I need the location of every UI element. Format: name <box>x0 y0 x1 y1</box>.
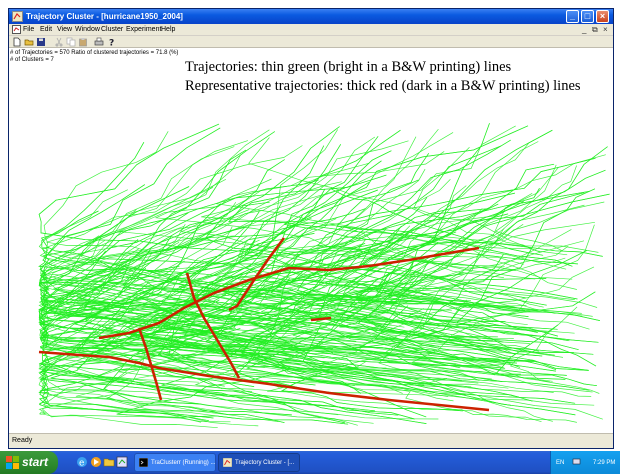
help-icon[interactable]: ? <box>106 37 116 48</box>
taskbar-item-traclusterr[interactable]: TraClusterr (Running) ... <box>134 453 216 472</box>
title-bar[interactable]: Trajectory Cluster - [hurricane1950_2004… <box>9 9 613 24</box>
trajectory-lines <box>38 123 610 429</box>
copy-icon[interactable] <box>66 37 76 47</box>
maximize-button[interactable]: □ <box>581 10 594 23</box>
trajectory-plot <box>38 123 610 429</box>
application-window: Trajectory Cluster - [hurricane1950_2004… <box>8 8 614 449</box>
open-icon[interactable] <box>24 37 34 47</box>
trajectory-line <box>38 127 325 302</box>
cut-icon[interactable] <box>54 37 64 47</box>
network-icon[interactable] <box>572 457 581 466</box>
legend-representatives: Representative trajectories: thick red (… <box>185 78 581 94</box>
mdi-restore-button[interactable]: ⧉ <box>592 24 598 35</box>
trajectory-line <box>456 188 597 367</box>
paste-icon[interactable] <box>78 37 88 47</box>
trajectory-line <box>456 188 597 367</box>
start-label: start <box>22 455 49 469</box>
mdi-close-button[interactable]: × <box>603 24 608 35</box>
media-icon[interactable] <box>90 456 102 468</box>
toolbar: ? <box>9 36 613 48</box>
menu-cluster[interactable]: Cluster <box>101 25 123 35</box>
mdi-minimize-button[interactable]: _ <box>582 24 586 35</box>
taskbar: start e TraClusterr (Running) ... Trajec… <box>0 451 620 474</box>
app-icon <box>12 11 23 22</box>
trajectory-line <box>494 165 577 252</box>
trajectory-count-text: # of Trajectories = 570 Ratio of cluster… <box>10 50 179 56</box>
print-icon[interactable] <box>94 37 104 47</box>
save-icon[interactable] <box>36 37 46 47</box>
taskbar-item-trajectory-cluster[interactable]: Trajectory Cluster - [... <box>218 453 300 472</box>
taskbar-item-label: Trajectory Cluster - [... <box>235 460 295 466</box>
status-bar: Ready <box>9 433 613 448</box>
new-icon[interactable] <box>12 37 22 47</box>
svg-text:?: ? <box>109 39 114 48</box>
document-icon <box>12 25 21 34</box>
menu-window[interactable]: Window <box>75 25 100 35</box>
console-icon <box>139 458 148 467</box>
menu-help[interactable]: Help <box>161 25 175 35</box>
trajectory-canvas[interactable]: # of Trajectories = 570 Ratio of cluster… <box>9 48 613 433</box>
app-icon <box>223 458 232 467</box>
window-title: Trajectory Cluster - [hurricane1950_2004… <box>26 12 183 21</box>
app-shortcut-icon[interactable] <box>116 456 128 468</box>
clock[interactable]: 7:29 PM <box>593 459 615 467</box>
system-tray: EN 7:29 PM <box>550 451 620 474</box>
cluster-count-text: # of Clusters = 7 <box>10 57 54 63</box>
ie-icon[interactable]: e <box>76 456 88 468</box>
legend-trajectories: Trajectories: thin green (bright in a B&… <box>185 59 512 75</box>
language-indicator[interactable]: EN <box>556 459 564 467</box>
minimize-button[interactable]: _ <box>566 10 579 23</box>
folder-icon[interactable] <box>103 456 115 468</box>
menu-file[interactable]: File <box>23 25 34 35</box>
menu-edit[interactable]: Edit <box>40 25 52 35</box>
svg-text:e: e <box>79 459 84 469</box>
close-button[interactable]: × <box>596 10 609 23</box>
windows-flag-icon <box>6 456 19 469</box>
start-button[interactable]: start <box>0 451 58 474</box>
menu-view[interactable]: View <box>57 25 72 35</box>
trajectory-line <box>38 127 325 302</box>
menu-experiment[interactable]: Experiment <box>126 25 161 35</box>
menu-bar: File Edit View Window Cluster Experiment… <box>9 24 613 36</box>
taskbar-item-label: TraClusterr (Running) ... <box>151 460 216 466</box>
status-text: Ready <box>12 437 33 444</box>
